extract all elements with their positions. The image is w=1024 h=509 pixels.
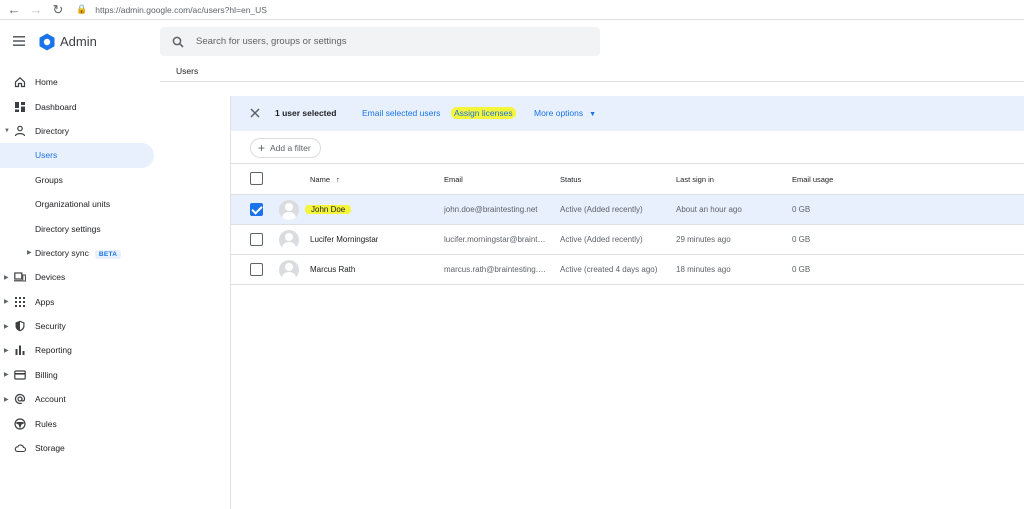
user-last-sign-in: 29 minutes ago [676, 235, 731, 244]
table-row[interactable]: Marcus Rath marcus.rath@braintesting.net… [231, 255, 1024, 285]
search-bar[interactable] [160, 27, 600, 56]
sidebar-item-reporting[interactable]: ▶ Reporting [0, 338, 160, 362]
user-email: lucifer.morningstar@braintesting.net [444, 235, 549, 244]
beta-badge: BETA [94, 249, 122, 259]
devices-icon [14, 272, 26, 282]
lock-icon: 🔒 [76, 4, 88, 14]
add-filter-button[interactable]: + Add a filter [250, 138, 321, 158]
column-header-email-usage[interactable]: Email usage [792, 175, 833, 184]
back-arrow-icon[interactable]: ← [6, 2, 22, 18]
user-email-usage: 0 GB [792, 235, 811, 244]
caret-right-icon: ▶ [4, 396, 9, 403]
search-input[interactable] [196, 36, 576, 47]
column-header-status[interactable]: Status [560, 175, 665, 184]
sidebar-item-users[interactable]: Users [0, 143, 154, 168]
avatar [279, 260, 299, 280]
selection-action-bar: 1 user selected Email selected users Ass… [231, 96, 1024, 131]
user-email-usage: 0 GB [792, 265, 811, 274]
more-options-label: More options [534, 108, 584, 118]
row-checkbox[interactable] [250, 203, 263, 216]
sidebar-item-rules[interactable]: Rules [0, 411, 160, 435]
table-row[interactable]: Lucifer Morningstar lucifer.morningstar@… [231, 225, 1024, 255]
table-row[interactable]: John Doe john.doe@braintesting.net Activ… [231, 195, 1024, 225]
cloud-icon [14, 444, 26, 453]
browser-toolbar: ← → ↻ 🔒 https://admin.google.com/ac/user… [0, 0, 1024, 20]
reload-icon[interactable]: ↻ [50, 2, 66, 18]
sidebar-item-security[interactable]: ▶ Security [0, 314, 160, 338]
address-bar[interactable]: 🔒 https://admin.google.com/ac/users?hl=e… [76, 2, 267, 18]
sidebar-item-organizational-units[interactable]: Organizational units [0, 192, 160, 216]
sidebar-item-directory-sync[interactable]: ▶ Directory sync BETA [0, 241, 160, 265]
user-last-sign-in: 18 minutes ago [676, 265, 731, 274]
add-filter-label: Add a filter [270, 143, 311, 153]
sidebar-item-directory-settings[interactable]: Directory settings [0, 216, 160, 240]
sidebar-item-storage[interactable]: Storage [0, 436, 160, 460]
caret-right-icon: ▶ [4, 299, 9, 306]
row-checkbox[interactable] [250, 263, 263, 276]
more-options-button[interactable]: More options ▼ [534, 108, 596, 118]
forward-arrow-icon[interactable]: → [28, 2, 44, 18]
breadcrumb-users[interactable]: Users [176, 66, 198, 76]
user-last-sign-in: About an hour ago [676, 205, 742, 214]
app-name[interactable]: Admin [60, 34, 97, 49]
home-icon [14, 77, 26, 88]
admin-logo-icon[interactable] [38, 33, 56, 51]
apps-grid-icon [15, 296, 25, 307]
assign-licenses-button[interactable]: Assign licenses [451, 107, 516, 119]
filter-row: + Add a filter [231, 131, 1024, 164]
sidebar-item-directory[interactable]: ▼ Directory [0, 119, 160, 143]
sidebar-item-devices[interactable]: ▶ Devices [0, 265, 160, 289]
table-header-row: Name ↑ Email Status Last sign in Email us… [231, 164, 1024, 195]
sidebar-item-dashboard[interactable]: Dashboard [0, 94, 160, 118]
caret-right-icon: ▶ [4, 347, 9, 354]
caret-right-icon: ▶ [27, 250, 32, 257]
caret-right-icon: ▶ [4, 274, 9, 281]
caret-right-icon: ▶ [4, 323, 9, 330]
app-header: Admin [0, 20, 1024, 64]
user-email-usage: 0 GB [792, 205, 811, 214]
column-header-last-sign-in[interactable]: Last sign in [676, 175, 714, 184]
email-selected-users-button[interactable]: Email selected users [362, 108, 440, 118]
shield-icon [15, 320, 25, 332]
dashboard-icon [15, 101, 25, 112]
bar-chart-icon [15, 345, 25, 356]
sort-arrow-up-icon[interactable]: ↑ [336, 175, 340, 184]
person-icon [14, 125, 26, 137]
url-text: https://admin.google.com/ac/users?hl=en_… [95, 4, 267, 15]
selected-count: 1 user selected [275, 108, 337, 118]
close-icon[interactable] [249, 107, 261, 119]
caret-down-icon: ▼ [589, 111, 597, 118]
breadcrumb: Users [160, 64, 1024, 82]
plus-icon: + [258, 141, 266, 155]
user-name[interactable]: John Doe [305, 205, 352, 214]
sidebar-item-groups[interactable]: Groups [0, 168, 160, 192]
select-all-checkbox[interactable] [250, 172, 263, 185]
column-header-email[interactable]: Email [444, 175, 549, 184]
sidebar-item-apps[interactable]: ▶ Apps [0, 290, 160, 314]
user-status: Active (Added recently) [560, 205, 643, 214]
users-table: Name ↑ Email Status Last sign in Email us… [231, 164, 1024, 285]
at-sign-icon [14, 394, 26, 405]
user-name[interactable]: Lucifer Morningstar [310, 235, 378, 244]
sidebar-item-home[interactable]: Home [0, 70, 160, 94]
avatar [279, 230, 299, 250]
user-status: Active (created 4 days ago) [560, 265, 658, 274]
user-email: john.doe@braintesting.net [444, 205, 538, 214]
column-header-name[interactable]: Name ↑ [310, 175, 340, 184]
hamburger-menu-icon[interactable] [12, 34, 26, 48]
user-status: Active (Added recently) [560, 235, 643, 244]
credit-card-icon [14, 370, 26, 380]
sidebar: Home Dashboard ▼ Directory Users Groups … [0, 70, 160, 460]
sidebar-item-billing[interactable]: ▶ Billing [0, 363, 160, 387]
sidebar-item-account[interactable]: ▶ Account [0, 387, 160, 411]
row-checkbox[interactable] [250, 233, 263, 246]
caret-down-icon: ▼ [4, 127, 10, 134]
user-name[interactable]: Marcus Rath [310, 265, 355, 274]
assign-licenses-label: Assign licenses [451, 107, 516, 119]
avatar [279, 200, 299, 220]
steering-wheel-icon [14, 418, 26, 430]
user-email: marcus.rath@braintesting.net [444, 265, 549, 274]
caret-right-icon: ▶ [4, 372, 9, 379]
search-icon [172, 36, 184, 48]
